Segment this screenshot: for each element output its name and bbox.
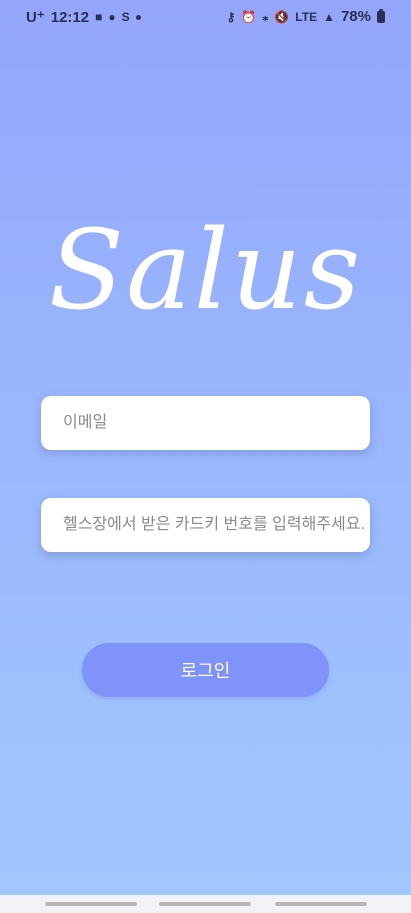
nav-back-handle[interactable]: [275, 902, 367, 906]
card-key-field[interactable]: [41, 498, 370, 552]
key-icon: ⚷: [226, 9, 236, 24]
puzzle-icon: ■: [95, 10, 103, 24]
talk-bubble-icon: ●: [108, 10, 116, 24]
lte-icon: LTE: [295, 9, 318, 24]
status-left: U⁺ 12:12 ■ ● S: [26, 8, 141, 26]
nav-recents-handle[interactable]: [45, 902, 137, 906]
nav-home-handle[interactable]: [159, 902, 251, 906]
notification-dot-icon: [135, 14, 141, 20]
alarm-icon: ⏰: [241, 9, 257, 24]
clock: 12:12: [50, 8, 90, 26]
app-logo: Salus: [48, 206, 363, 334]
status-right: ⚷ ⏰ ⁎ 🔇 LTE ▲ 78%: [227, 8, 385, 25]
email-field[interactable]: [41, 396, 370, 450]
login-button[interactable]: 로그인: [82, 643, 329, 697]
bluetooth-icon: ⁎: [262, 9, 269, 24]
status-bar: U⁺ 12:12 ■ ● S ⚷ ⏰ ⁎ 🔇 LTE ▲ 78%: [0, 0, 411, 36]
battery-icon: [377, 8, 385, 23]
mute-icon: 🔇: [274, 9, 290, 24]
s-app-icon: S: [121, 10, 130, 24]
carrier-label: U⁺: [26, 9, 45, 26]
navigation-bar: [0, 895, 411, 913]
battery-percent: 78%: [340, 8, 371, 25]
signal-icon: ▲: [323, 9, 335, 24]
